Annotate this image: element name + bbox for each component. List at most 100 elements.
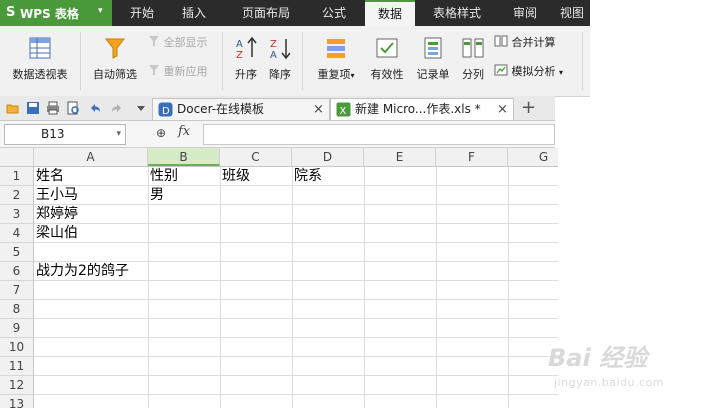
baidu-jingyan-watermark: Bai 经验 jingyan.baidu.com	[548, 338, 713, 406]
name-box[interactable]: B13 ▾	[4, 124, 126, 145]
row-header[interactable]: 13	[0, 395, 33, 408]
print-icon[interactable]	[46, 101, 60, 115]
sort-descending-button[interactable]: Z A 降序	[264, 26, 296, 96]
app-menu-dropdown-icon: ▾	[98, 6, 103, 16]
cell-c1[interactable]: 班级	[220, 167, 250, 186]
watermark-brand: Bai 经验	[548, 344, 648, 372]
duplicates-text: 重复项	[317, 68, 351, 81]
cell-d1[interactable]: 院系	[292, 167, 322, 186]
duplicates-dropdown-icon: ▾	[350, 71, 355, 80]
cell-a3[interactable]: 郑婷婷	[34, 205, 78, 224]
tab-docer-label: Docer-在线模板	[177, 102, 265, 116]
close-icon[interactable]: ×	[313, 99, 324, 120]
reapply-label: 重新应用	[163, 65, 208, 78]
menu-tab-page-layout[interactable]: 页面布局	[232, 0, 300, 26]
formula-bar: B13 ▾ ⊕ fx	[0, 121, 555, 148]
show-all-button[interactable]: 全部显示	[148, 34, 208, 52]
row-header[interactable]: 2	[0, 186, 33, 205]
row-header[interactable]: 8	[0, 300, 33, 319]
column-header-c[interactable]: C	[220, 148, 292, 166]
column-header-b[interactable]: B	[148, 148, 220, 166]
quick-access-dropdown-icon[interactable]	[134, 101, 148, 115]
row-header[interactable]: 5	[0, 243, 33, 262]
row-header[interactable]: 3	[0, 205, 33, 224]
ribbon-separator	[582, 32, 583, 90]
undo-icon[interactable]	[88, 101, 102, 115]
auto-filter-label: 自动筛选	[93, 68, 137, 81]
print-preview-icon[interactable]	[66, 101, 80, 115]
redo-icon[interactable]	[110, 101, 124, 115]
cell-a1[interactable]: 姓名	[34, 167, 64, 186]
split-columns-label: 分列	[462, 68, 484, 81]
select-all-corner[interactable]	[0, 148, 34, 166]
record-sheet-button[interactable]: 记录单	[412, 26, 454, 96]
cell-a2[interactable]: 王小马	[34, 186, 78, 205]
menu-tab-home[interactable]: 开始	[120, 0, 164, 26]
auto-filter-button[interactable]: 自动筛选	[88, 26, 142, 96]
chevron-down-icon[interactable]: ▾	[116, 125, 121, 144]
reapply-button[interactable]: 重新应用	[148, 63, 208, 81]
column-header-a[interactable]: A	[34, 148, 148, 166]
formula-input[interactable]	[203, 124, 555, 145]
cell-a6[interactable]: 战力为2的鸽子	[34, 262, 129, 281]
pivot-table-label: 数据透视表	[12, 68, 68, 81]
row-header[interactable]: 10	[0, 338, 33, 357]
simulation-analysis-icon	[494, 64, 508, 76]
cell-b1[interactable]: 性别	[148, 167, 178, 186]
sort-ascending-button[interactable]: A Z 升序	[230, 26, 262, 96]
menu-tab-insert[interactable]: 插入	[172, 0, 216, 26]
column-header-d[interactable]: D	[292, 148, 364, 166]
tab-workbook[interactable]: X 新建 Micro...作表.xls * ×	[330, 98, 514, 120]
svg-text:A: A	[236, 39, 243, 50]
funnel-refresh-icon	[149, 65, 159, 75]
svg-text:Z: Z	[270, 39, 277, 50]
zoom-icon[interactable]: ⊕	[156, 126, 166, 140]
column-header-f[interactable]: F	[436, 148, 508, 166]
gridline	[292, 167, 293, 408]
gridline	[34, 204, 558, 205]
gridline	[220, 167, 221, 408]
row-header[interactable]: 6	[0, 262, 33, 281]
validity-button[interactable]: 有效性	[366, 26, 408, 96]
simulation-analysis-button[interactable]: 模拟分析 ▾	[494, 63, 563, 81]
close-icon[interactable]: ×	[497, 99, 508, 120]
save-icon[interactable]	[26, 101, 40, 115]
sort-descending-label: 降序	[269, 68, 291, 81]
svg-text:D: D	[162, 106, 170, 117]
row-header[interactable]: 9	[0, 319, 33, 338]
wps-app-menu-button[interactable]: S WPS 表格 ▾	[0, 0, 112, 26]
cell-b2[interactable]: 男	[148, 186, 164, 205]
svg-text:Z: Z	[236, 50, 243, 60]
menu-tab-data[interactable]: 数据	[365, 0, 415, 26]
window-background	[590, 0, 715, 148]
row-header[interactable]: 1	[0, 167, 33, 186]
merge-calculation-button[interactable]: 合并计算	[494, 34, 556, 52]
docer-icon: D	[158, 102, 173, 117]
wps-logo-icon: S	[6, 5, 16, 20]
split-columns-button[interactable]: 分列	[456, 26, 490, 96]
cell-a4[interactable]: 梁山伯	[34, 224, 78, 243]
insert-function-button[interactable]: fx	[178, 124, 190, 139]
column-header-e[interactable]: E	[364, 148, 436, 166]
menu-tab-formulas[interactable]: 公式	[310, 0, 358, 26]
row-header[interactable]: 4	[0, 224, 33, 243]
split-columns-icon	[462, 38, 484, 58]
gridline	[364, 167, 365, 408]
row-header[interactable]: 11	[0, 357, 33, 376]
menu-tab-table-style[interactable]: 表格样式	[422, 0, 492, 26]
pivot-table-icon	[29, 37, 51, 59]
pivot-table-button[interactable]: 数据透视表	[6, 26, 74, 96]
gridline	[34, 337, 558, 338]
menu-tab-view[interactable]: 视图	[560, 0, 590, 26]
open-folder-icon[interactable]	[6, 101, 20, 115]
menu-tab-review[interactable]: 审阅	[500, 0, 550, 26]
row-header[interactable]: 12	[0, 376, 33, 395]
ribbon-separator	[80, 32, 81, 90]
gridline	[34, 242, 558, 243]
row-header[interactable]: 7	[0, 281, 33, 300]
duplicates-button[interactable]: 重复项▾	[308, 26, 364, 96]
gridline	[34, 223, 558, 224]
tab-docer-templates[interactable]: D Docer-在线模板 ×	[152, 98, 330, 120]
new-tab-button[interactable]: +	[521, 96, 536, 120]
column-header-g[interactable]: G	[508, 148, 558, 166]
